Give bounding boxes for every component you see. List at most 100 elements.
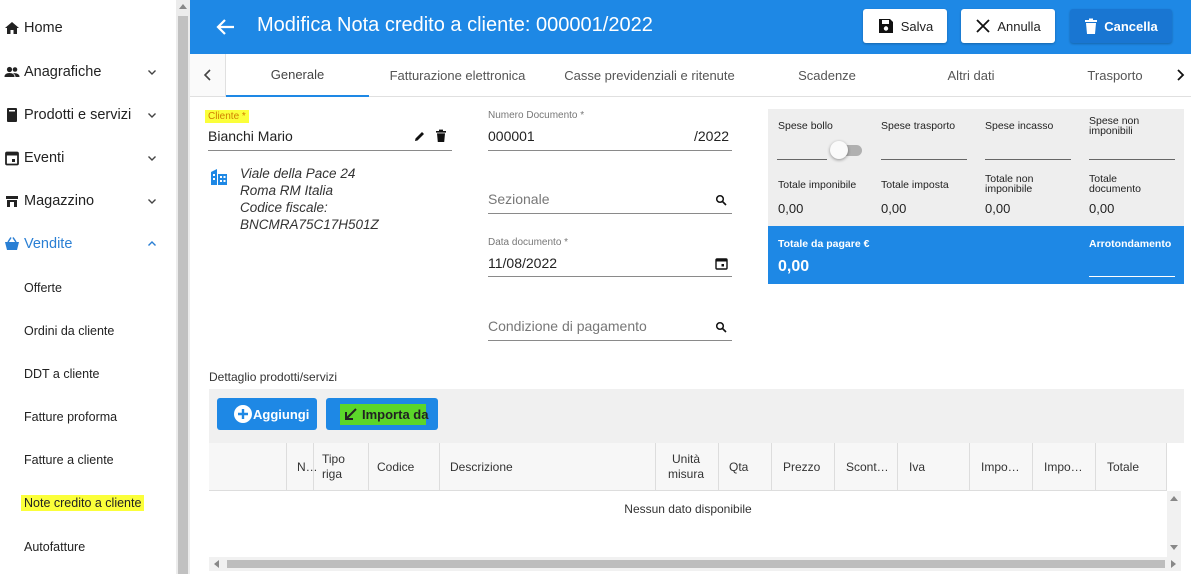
- grid-horizontal-scrollbar[interactable]: [209, 557, 1181, 571]
- scroll-up-arrow-icon[interactable]: [1170, 495, 1178, 501]
- data-documento-field[interactable]: 11/08/2022: [488, 255, 557, 271]
- column-header-prezzo[interactable]: Prezzo: [771, 443, 834, 491]
- cancel-button[interactable]: Annulla: [961, 9, 1055, 43]
- sidebar-item-magazzino[interactable]: Magazzino: [0, 179, 176, 222]
- tab-scroll-left-button[interactable]: [190, 54, 226, 96]
- sidebar: Home Anagrafiche Prodotti e servizi Even…: [0, 0, 176, 574]
- tab-altri-dati[interactable]: Altri dati: [901, 54, 1041, 97]
- sidebar-scrollbar[interactable]: [176, 0, 190, 574]
- sidebar-subitem-offerte[interactable]: Offerte: [0, 266, 176, 309]
- spese-bollo-toggle-knob[interactable]: [830, 141, 848, 159]
- spese-incasso-label: Spese incasso: [985, 120, 1054, 132]
- grid-horizontal-scrollbar-thumb[interactable]: [227, 560, 1165, 568]
- tab-fatturazione-elettronica[interactable]: Fatturazione elettronica: [369, 54, 546, 97]
- sidebar-item-home[interactable]: Home: [0, 6, 176, 49]
- sidebar-subitem-label: DDT a cliente: [24, 366, 100, 381]
- address-city: Roma RM Italia: [240, 183, 334, 198]
- column-header-label: Iva: [909, 459, 926, 474]
- scroll-right-arrow-icon[interactable]: [1171, 560, 1177, 568]
- sidebar-subitem-fatture[interactable]: Fatture a cliente: [0, 438, 176, 481]
- column-header-imponibile[interactable]: Impo…: [969, 443, 1032, 491]
- column-header-label: Tipo riga: [322, 452, 345, 481]
- sidebar-scrollbar-thumb[interactable]: [178, 16, 188, 574]
- chevron-down-icon: [148, 156, 156, 161]
- sidebar-item-anagrafiche[interactable]: Anagrafiche: [0, 50, 176, 93]
- spese-trasporto-input[interactable]: [881, 159, 967, 160]
- sidebar-item-label: Vendite: [24, 235, 73, 252]
- add-button-label: Aggiungi: [253, 407, 310, 422]
- sidebar-subitem-label: Fatture proforma: [24, 409, 118, 424]
- sidebar-item-prodotti[interactable]: Prodotti e servizi: [0, 93, 176, 136]
- tab-scroll-right-button[interactable]: [1169, 54, 1191, 96]
- chevron-down-icon: [148, 70, 156, 75]
- spese-incasso-input[interactable]: [985, 159, 1071, 160]
- search-icon[interactable]: [715, 194, 727, 206]
- sidebar-subitem-label: Fatture a cliente: [24, 452, 114, 467]
- sidebar-subitem-ddt[interactable]: DDT a cliente: [0, 352, 176, 395]
- column-header-label: Descrizione: [450, 459, 513, 474]
- column-header-label: Unità misura: [667, 452, 704, 481]
- column-header-unita-misura[interactable]: Unità misura: [655, 443, 718, 491]
- tab-casse-previdenziali[interactable]: Casse previdenziali e ritenute: [546, 54, 753, 97]
- tab-generale[interactable]: Generale: [226, 54, 369, 97]
- sidebar-subitem-autofatture[interactable]: Autofatture: [0, 525, 176, 568]
- tab-bar: Generale Fatturazione elettronica Casse …: [190, 54, 1191, 97]
- spese-bollo-label: Spese bollo: [778, 120, 833, 132]
- column-header-codice[interactable]: Codice: [368, 443, 439, 491]
- grid-vertical-scrollbar[interactable]: [1167, 491, 1181, 557]
- scroll-up-arrow-icon[interactable]: [179, 4, 187, 9]
- column-header-totale[interactable]: Totale: [1095, 443, 1167, 491]
- sidebar-subitem-ordini[interactable]: Ordini da cliente: [0, 309, 176, 352]
- column-header-numero[interactable]: N…: [286, 443, 318, 491]
- sidebar-item-label: Eventi: [24, 149, 65, 166]
- column-header-imposta[interactable]: Impo…: [1032, 443, 1095, 491]
- condizione-pagamento-input[interactable]: Condizione di pagamento: [488, 318, 647, 334]
- scroll-left-arrow-icon[interactable]: [213, 560, 219, 568]
- save-button[interactable]: Salva: [863, 9, 947, 43]
- add-circle-icon: [234, 405, 252, 423]
- column-header-sconto[interactable]: Scont…: [834, 443, 897, 491]
- chevron-left-icon: [203, 69, 211, 81]
- tab-trasporto[interactable]: Trasporto: [1041, 54, 1189, 97]
- sidebar-item-eventi[interactable]: Eventi: [0, 136, 176, 179]
- delete-button[interactable]: Cancella: [1070, 9, 1172, 43]
- tab-scadenze[interactable]: Scadenze: [753, 54, 901, 97]
- address-street: Viale della Pace 24: [240, 166, 356, 181]
- arrow-down-left-icon: [345, 408, 357, 420]
- cliente-field[interactable]: Bianchi Mario: [208, 128, 293, 144]
- spese-non-imponibili-label: Spese non imponibili: [1089, 115, 1140, 137]
- basket-icon: [5, 237, 19, 250]
- calendar-icon[interactable]: [715, 257, 728, 270]
- import-button[interactable]: Importa da: [326, 398, 438, 430]
- sidebar-item-vendite[interactable]: Vendite: [0, 222, 176, 265]
- sidebar-subitem-proforma[interactable]: Fatture proforma: [0, 395, 176, 438]
- numero-documento-underline: [488, 150, 732, 151]
- column-header-descrizione[interactable]: Descrizione: [439, 443, 655, 491]
- scroll-down-arrow-icon[interactable]: [1170, 545, 1178, 551]
- column-header-label: Prezzo: [783, 459, 821, 474]
- totale-imposta-value: 0,00: [881, 201, 907, 216]
- address-tax-code-label: Codice fiscale:: [240, 200, 328, 215]
- column-header-label: Scont…: [846, 459, 889, 474]
- totale-imponibile-label: Totale imponibile: [778, 179, 857, 191]
- numero-documento-field[interactable]: 000001: [488, 128, 535, 144]
- column-header-tipo-riga[interactable]: Tipo riga: [313, 443, 368, 491]
- column-header-label: Qta: [729, 459, 749, 474]
- sidebar-subitem-note-credito[interactable]: Note credito a cliente: [0, 481, 176, 524]
- trash-icon[interactable]: [435, 129, 447, 143]
- search-icon[interactable]: [715, 321, 727, 333]
- sezionale-input[interactable]: Sezionale: [488, 191, 550, 207]
- add-button[interactable]: Aggiungi: [217, 398, 317, 430]
- back-arrow-icon[interactable]: [214, 15, 238, 39]
- detail-section-title: Dettaglio prodotti/servizi: [209, 370, 338, 384]
- arrotondamento-input[interactable]: [1089, 276, 1175, 277]
- column-header-label: Impo…: [981, 459, 1020, 474]
- calendar-icon: [5, 151, 19, 166]
- numero-documento-label: Numero Documento *: [488, 110, 585, 121]
- column-header-qta[interactable]: Qta: [718, 443, 771, 491]
- spese-non-imponibili-input[interactable]: [1089, 159, 1175, 160]
- pencil-icon[interactable]: [413, 130, 426, 143]
- totale-documento-value: 0,00: [1089, 201, 1115, 216]
- totale-non-imponibile-value: 0,00: [985, 201, 1011, 216]
- column-header-iva[interactable]: Iva: [897, 443, 969, 491]
